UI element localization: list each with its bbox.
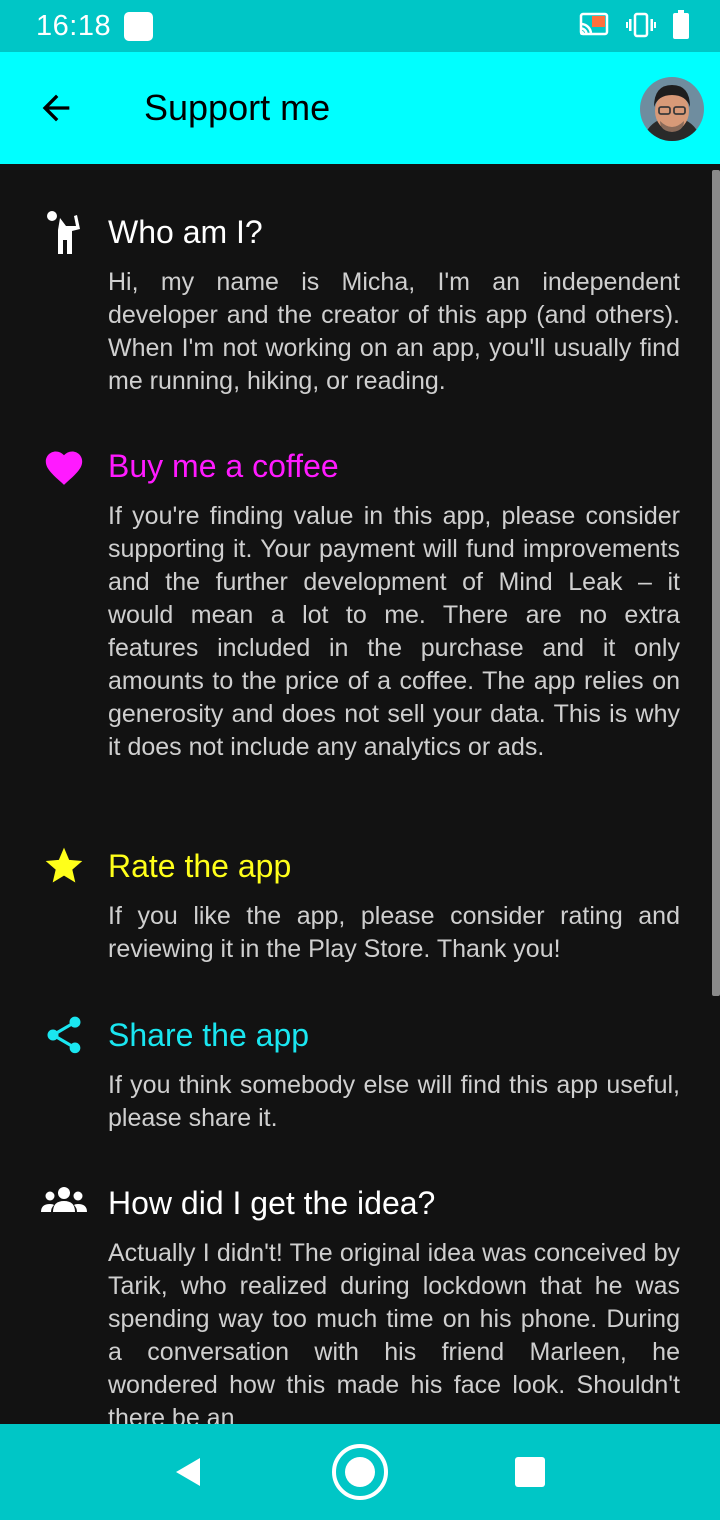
notification-square-icon [124,12,153,41]
status-icons [578,9,690,45]
person-raised-hand-icon [40,208,88,256]
nav-home-icon [332,1444,388,1500]
arrow-back-icon [42,94,70,122]
section-body: Hi, my name is Micha, I'm an independent… [108,268,680,395]
app-bar: Support me [0,52,720,164]
section-who-am-i: Who am I? Hi, my name is Micha, I'm an i… [0,200,720,410]
star-icon [40,842,88,890]
share-icon [40,1011,88,1059]
status-time: 16:18 [36,10,112,42]
vibrate-icon [626,11,656,44]
page-title: Support me [144,87,331,128]
back-button[interactable] [28,80,84,136]
nav-back-icon [176,1458,200,1486]
group-icon [40,1177,88,1225]
heart-icon [40,442,88,490]
support-content[interactable]: Who am I? Hi, my name is Micha, I'm an i… [0,164,720,1424]
nav-recents-icon [515,1457,545,1487]
battery-icon [672,9,690,45]
cast-icon [578,11,610,44]
section-title: Rate the app [108,848,292,884]
section-body: If you think somebody else will find thi… [108,1071,680,1132]
status-bar: 16:18 [0,0,720,52]
section-body: If you're finding value in this app, ple… [108,502,680,761]
section-title: Who am I? [108,214,263,250]
section-buy-coffee[interactable]: Buy me a coffee If you're finding value … [0,434,720,814]
navigation-bar [0,1424,720,1520]
section-title: Buy me a coffee [108,448,339,484]
section-rate-app[interactable]: Rate the app If you like the app, please… [0,834,720,974]
nav-home-button[interactable] [330,1442,390,1502]
section-idea: How did I get the idea? Actually I didn'… [0,1171,720,1424]
section-body: Actually I didn't! The original idea was… [108,1239,680,1424]
nav-back-button[interactable] [158,1442,218,1502]
section-title: How did I get the idea? [108,1185,436,1221]
section-share-app[interactable]: Share the app If you think somebody else… [0,1003,720,1143]
section-title: Share the app [108,1017,310,1053]
profile-avatar[interactable] [640,77,704,141]
section-body: If you like the app, please consider rat… [108,902,680,963]
nav-recents-button[interactable] [500,1442,560,1502]
